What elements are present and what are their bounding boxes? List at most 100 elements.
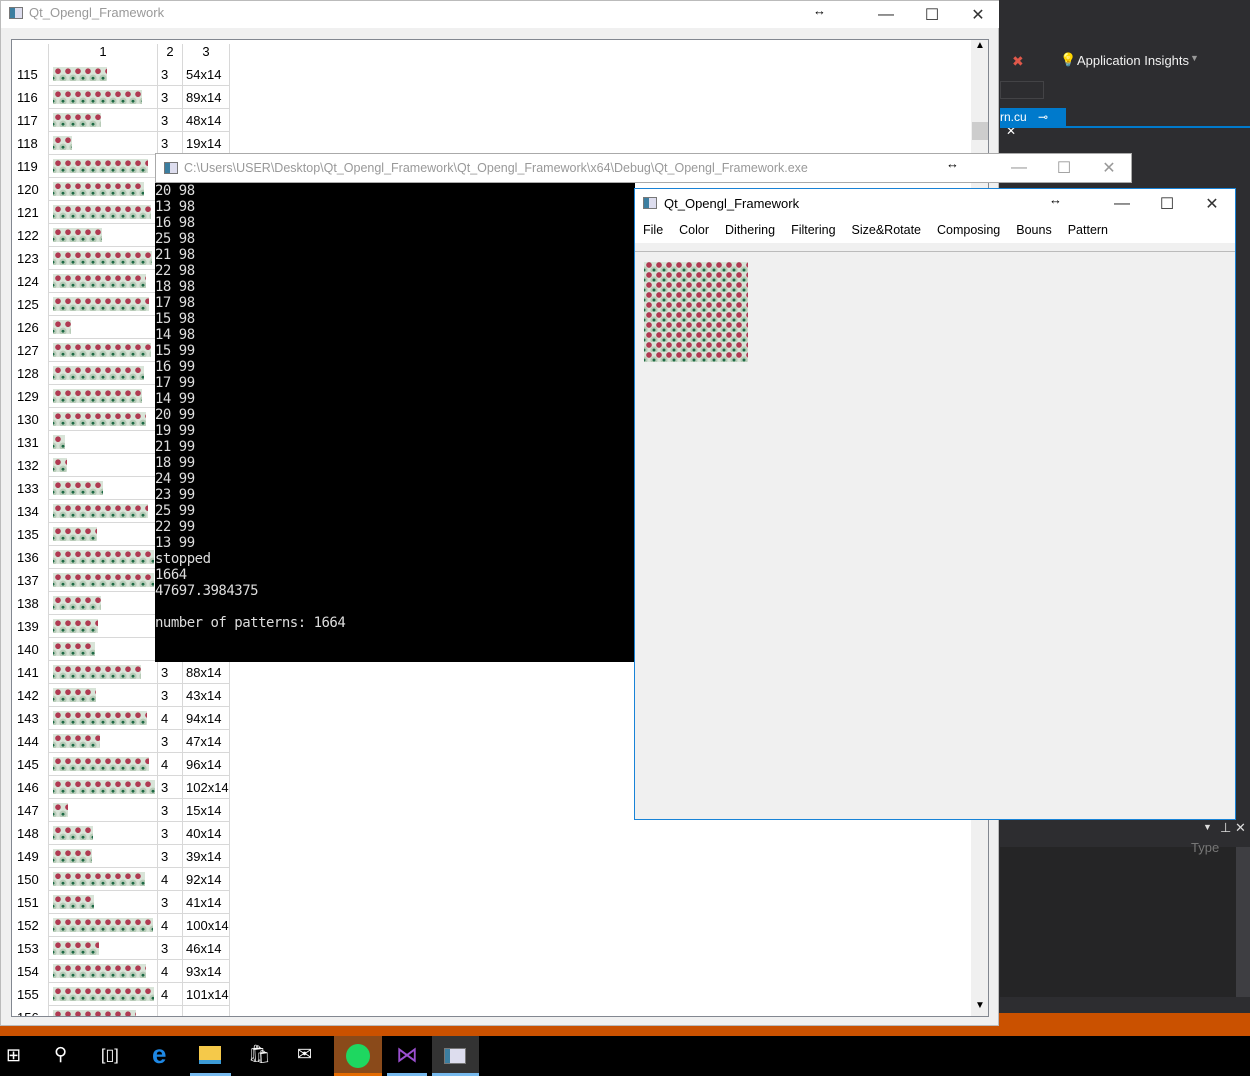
size-cell: 102x14 — [182, 776, 230, 799]
table-row[interactable]: 141 3 88x14 — [12, 661, 230, 684]
count-cell: 3 — [157, 937, 182, 960]
file-explorer-icon[interactable] — [199, 1046, 221, 1064]
panel-pin-icon[interactable]: ⊥ — [1220, 820, 1231, 836]
menu-size-rotate[interactable]: Size&Rotate — [852, 223, 921, 237]
table-row[interactable]: 145 4 96x14 — [12, 753, 230, 776]
pattern-image — [53, 159, 148, 173]
qt-title-bar: Qt_Opengl_Framework ↔ — ☐ ✕ — [635, 189, 1235, 219]
pattern-cell — [48, 730, 157, 753]
scroll-up-icon[interactable]: ▲ — [975, 40, 985, 51]
table-row[interactable]: 152 4 100x14 — [12, 914, 230, 937]
debug-stop-icon[interactable]: ✖ — [1012, 53, 1024, 70]
task-view-icon[interactable]: [▯] — [101, 1045, 119, 1065]
minimize-button[interactable]: — — [863, 1, 909, 28]
visual-studio-icon[interactable]: ⋈ — [396, 1042, 418, 1068]
table-row[interactable]: 154 4 93x14 — [12, 960, 230, 983]
tab-label: rn.cu — [1000, 110, 1027, 124]
size-cell: 88x14 — [182, 661, 230, 684]
table-row[interactable]: 150 4 92x14 — [12, 868, 230, 891]
mail-icon[interactable]: ✉ — [297, 1044, 312, 1065]
console-output[interactable]: 20 98 13 98 16 98 25 98 21 98 22 98 18 98 17 98… — [155, 183, 635, 662]
pin-icon[interactable]: ⊸ — [1038, 110, 1048, 124]
menu-color[interactable]: Color — [679, 223, 709, 237]
maximize-button[interactable]: ☐ — [909, 1, 955, 28]
minimize-button[interactable]: — — [1099, 189, 1145, 219]
table-row[interactable]: 151 3 41x14 — [12, 891, 230, 914]
menu-file[interactable]: File — [643, 223, 663, 237]
row-number: 147 — [17, 803, 39, 818]
qt-window: Qt_Opengl_Framework ↔ — ☐ ✕ File Color Dit… — [634, 188, 1236, 820]
table-row[interactable]: 153 3 46x14 — [12, 937, 230, 960]
qt-app-icon[interactable] — [432, 1036, 479, 1076]
edge-icon[interactable]: e — [152, 1039, 166, 1070]
pattern-cell — [48, 937, 157, 960]
table-row[interactable]: 144 3 47x14 — [12, 730, 230, 753]
menu-dithering[interactable]: Dithering — [725, 223, 775, 237]
minimize-button[interactable]: — — [996, 154, 1042, 182]
table-row[interactable]: 148 3 40x14 — [12, 822, 230, 845]
search-icon[interactable]: ⚲ — [54, 1044, 67, 1065]
spotify-icon[interactable] — [334, 1036, 382, 1076]
console-line: 17 98 — [155, 295, 195, 311]
count-cell: 4 — [157, 868, 182, 891]
size-cell: 48x14 — [182, 109, 230, 132]
pattern-cell — [48, 201, 157, 224]
count-cell: 4 — [157, 914, 182, 937]
close-button[interactable]: ✕ — [1086, 154, 1132, 182]
store-icon[interactable]: 🛍 — [248, 1044, 271, 1065]
pattern-image — [53, 205, 151, 219]
panel-menu-icon[interactable]: ▼ — [1203, 822, 1212, 832]
menu-pattern[interactable]: Pattern — [1068, 223, 1108, 237]
table-row[interactable]: 115 3 54x14 — [12, 63, 230, 86]
table-row[interactable]: 142 3 43x14 — [12, 684, 230, 707]
config-dropdown[interactable] — [1000, 81, 1044, 99]
maximize-button[interactable]: ☐ — [1144, 189, 1190, 219]
row-number: 115 — [17, 67, 38, 82]
pattern-image — [53, 481, 103, 495]
app-icon — [9, 7, 23, 19]
editor-tab[interactable]: rn.cu ⊸ ✕ — [1000, 108, 1066, 138]
maximize-button[interactable]: ☐ — [1041, 154, 1087, 182]
table-row[interactable]: 146 3 102x14 — [12, 776, 230, 799]
console-line: stopped — [155, 551, 211, 567]
panel-close-icon[interactable]: ✕ — [1235, 820, 1246, 836]
dropdown-icon[interactable]: ▼ — [1190, 53, 1199, 63]
column-type[interactable]: Type — [1191, 840, 1219, 855]
table-row[interactable]: 117 3 48x14 — [12, 109, 230, 132]
pattern-image — [53, 550, 154, 564]
row-number: 135 — [17, 527, 39, 542]
pattern-cell — [48, 500, 157, 523]
table-row[interactable]: 147 3 15x14 — [12, 799, 230, 822]
table-row[interactable]: 155 4 101x14 — [12, 983, 230, 1006]
scroll-down-icon[interactable]: ▼ — [975, 1000, 985, 1011]
close-button[interactable]: ✕ — [1189, 189, 1235, 219]
size-cell: 94x14 — [182, 707, 230, 730]
pattern-image — [53, 343, 151, 357]
windows-start-icon[interactable]: ⊞ — [6, 1045, 21, 1066]
row-number: 118 — [17, 136, 38, 151]
row-number: 152 — [17, 918, 39, 933]
menu-bouns[interactable]: Bouns — [1016, 223, 1051, 237]
app-insights-button[interactable]: Application Insights — [1077, 53, 1189, 68]
pattern-cell — [48, 385, 157, 408]
panel-scrollbar[interactable] — [1236, 847, 1250, 997]
table-row-partial[interactable]: 156 — [12, 1006, 230, 1016]
table-row[interactable]: 149 3 39x14 — [12, 845, 230, 868]
pattern-cell — [48, 362, 157, 385]
menu-composing[interactable]: Composing — [937, 223, 1000, 237]
table-row[interactable]: 116 3 89x14 — [12, 86, 230, 109]
pattern-cell — [48, 592, 157, 615]
count-cell: 3 — [157, 822, 182, 845]
pattern-image — [53, 435, 65, 449]
close-button[interactable]: ✕ — [955, 1, 1001, 28]
menu-filtering[interactable]: Filtering — [791, 223, 835, 237]
console-line: 21 98 — [155, 247, 195, 263]
scroll-thumb[interactable] — [972, 122, 988, 140]
console-line: 18 98 — [155, 279, 195, 295]
pattern-cell — [48, 477, 157, 500]
pattern-image — [53, 412, 146, 426]
pattern-cell — [48, 868, 157, 891]
table-row[interactable]: 118 3 19x14 — [12, 132, 230, 155]
table-row[interactable]: 143 4 94x14 — [12, 707, 230, 730]
pattern-image — [53, 67, 107, 81]
